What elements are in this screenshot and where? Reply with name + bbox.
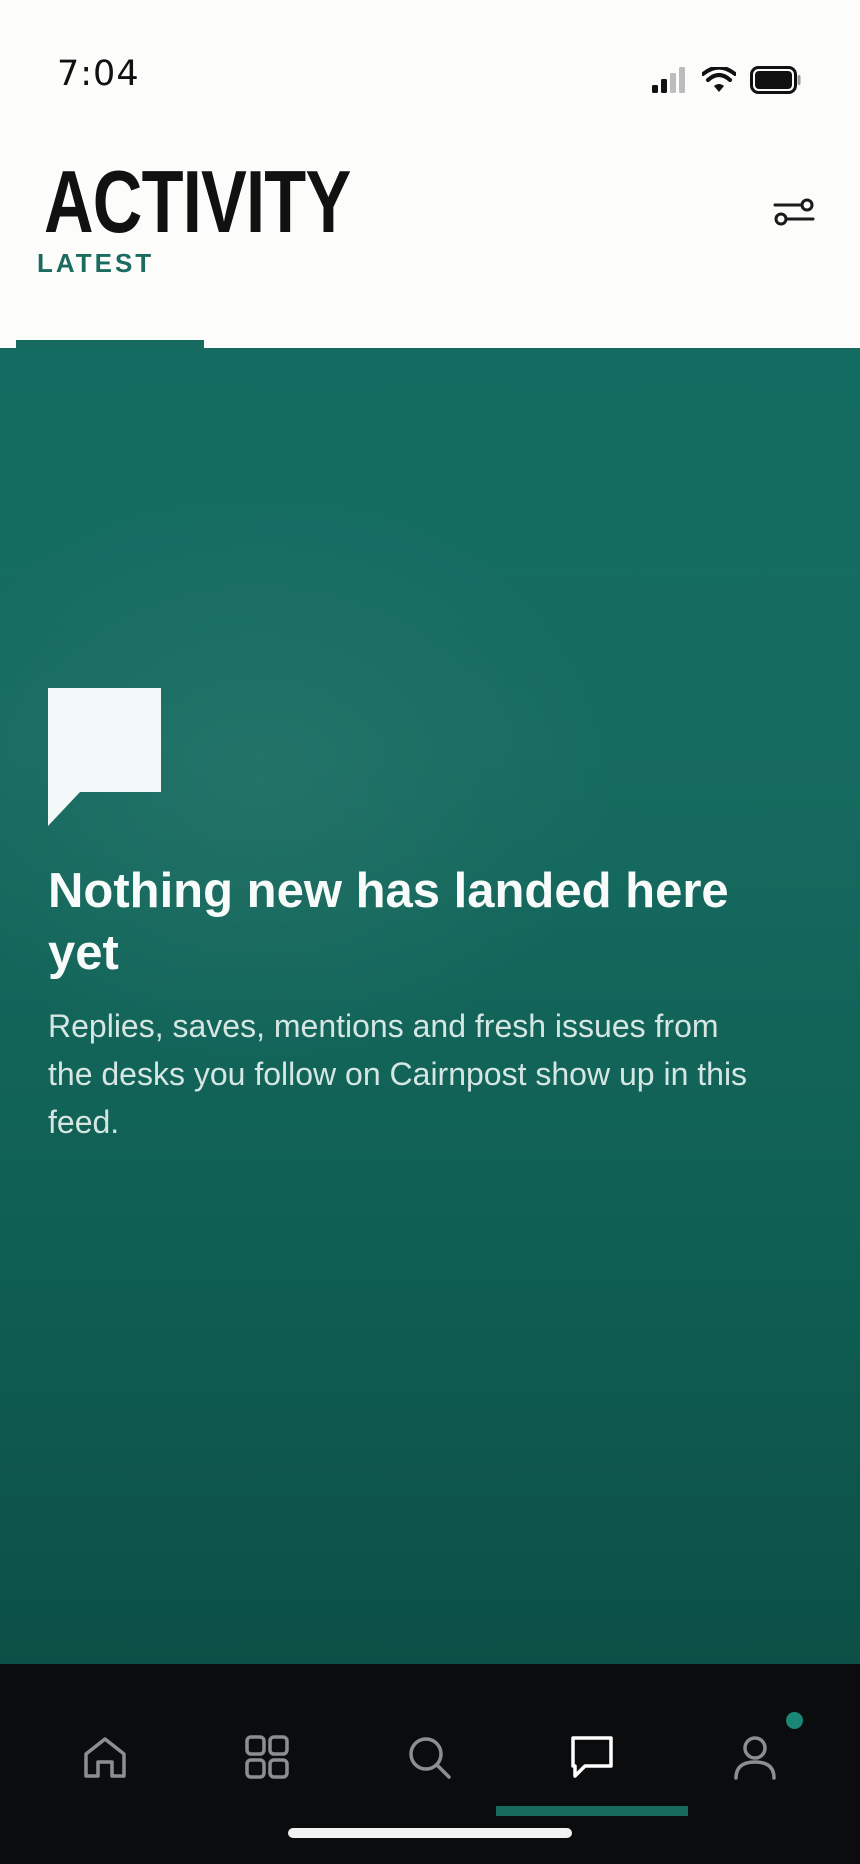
nav-sections[interactable] <box>187 1724 347 1824</box>
filter-button[interactable] <box>768 186 820 238</box>
battery-icon <box>750 66 801 94</box>
nav-active-indicator <box>496 1806 688 1816</box>
nav-profile[interactable] <box>675 1724 835 1824</box>
bottom-navigation <box>0 1664 860 1864</box>
activity-feed[interactable]: Nothing new has landed here yet Replies,… <box>0 350 860 1664</box>
empty-state-description: Replies, saves, mentions and fresh issue… <box>48 1008 748 1140</box>
header: ACTIVITY LATEST <box>0 120 860 350</box>
home-indicator <box>288 1828 572 1838</box>
status-time: 7:04 <box>57 54 140 94</box>
search-icon <box>409 1737 451 1779</box>
user-icon <box>734 1736 776 1780</box>
status-icons <box>652 66 802 94</box>
tab-latest-label: LATEST <box>37 248 155 278</box>
speech-bubble-icon <box>48 688 161 826</box>
page-title: ACTIVITY <box>44 152 351 251</box>
signal-icon <box>652 67 685 93</box>
tab-latest[interactable] <box>16 288 204 350</box>
grid-icon <box>245 1735 289 1779</box>
notification-dot <box>786 1712 803 1729</box>
wifi-icon <box>702 67 736 92</box>
empty-state-title: Nothing new has landed here yet <box>48 864 729 980</box>
sliders-icon <box>773 198 815 226</box>
nav-search[interactable] <box>349 1724 509 1824</box>
chat-bubble-icon <box>571 1736 613 1778</box>
home-icon <box>84 1737 126 1778</box>
status-bar: 7:04 <box>0 0 860 120</box>
nav-home[interactable] <box>25 1724 185 1824</box>
